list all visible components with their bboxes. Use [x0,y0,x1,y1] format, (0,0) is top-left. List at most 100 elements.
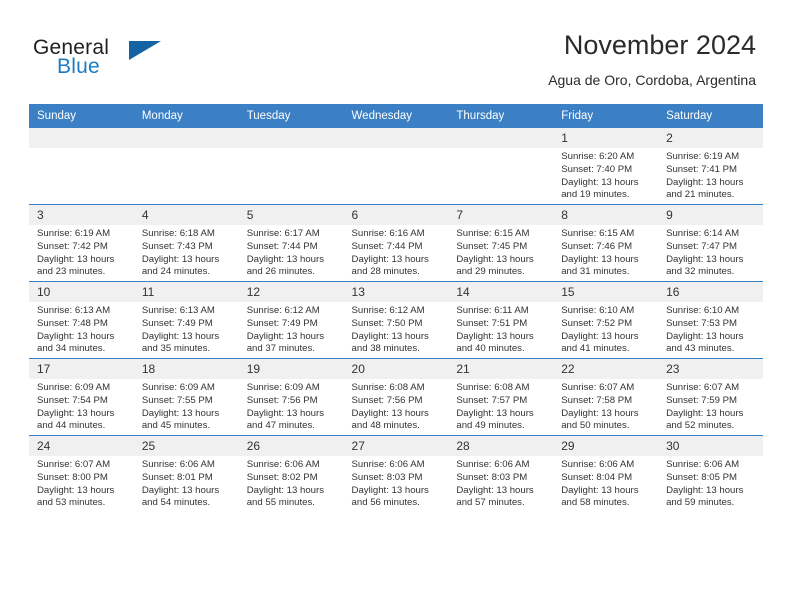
daylight-duration-line1: Daylight: 13 hours [351,484,429,496]
calendar-day-cell[interactable]: 8 Sunrise: 6:15 AM Sunset: 7:46 PM Daylight… [553,204,659,282]
calendar-day-cell[interactable]: 25 Sunrise: 6:06 AM Sunset: 8:01 PM Dayligh… [133,435,239,512]
daylight-duration-line1: Daylight: 13 hours [456,484,534,496]
day-number: 30 [658,436,763,456]
day-details: Sunrise: 6:07 AM Sunset: 7:58 PM Daylight:… [553,379,658,433]
day-number: 24 [29,436,134,456]
sunset-time: Sunset: 7:53 PM [666,317,737,329]
sunrise-time: Sunrise: 6:15 AM [456,228,530,239]
calendar-day-cell[interactable]: 3 Sunrise: 6:19 AM Sunset: 7:42 PM Daylight… [29,204,134,282]
day-details: Sunrise: 6:19 AM Sunset: 7:42 PM Daylight:… [29,225,134,279]
calendar-header-row: Sunday Monday Tuesday Wednesday Thursday… [29,104,763,128]
calendar-cell-empty [29,127,134,205]
daylight-duration-line2: and 35 minutes. [141,343,211,355]
day-number [343,128,449,148]
day-number: 16 [658,282,763,302]
calendar-day-cell[interactable]: 2 Sunrise: 6:19 AM Sunset: 7:41 PM Daylight… [658,127,763,205]
day-number: 10 [29,282,134,302]
day-details: Sunrise: 6:08 AM Sunset: 7:56 PM Daylight:… [344,379,449,433]
calendar-day-cell[interactable]: 19 Sunrise: 6:09 AM Sunset: 7:56 PM Dayligh… [238,358,344,436]
day-number: 23 [658,359,763,379]
calendar-day-cell[interactable]: 20 Sunrise: 6:08 AM Sunset: 7:56 PM Dayligh… [343,358,449,436]
calendar-day-cell[interactable]: 5 Sunrise: 6:17 AM Sunset: 7:44 PM Daylight… [238,204,344,282]
day-details: Sunrise: 6:06 AM Sunset: 8:02 PM Daylight:… [239,456,344,510]
day-details: Sunrise: 6:16 AM Sunset: 7:44 PM Daylight:… [344,225,449,279]
day-number [133,128,239,148]
calendar-day-cell[interactable]: 1 Sunrise: 6:20 AM Sunset: 7:40 PM Daylight… [553,127,659,205]
daylight-duration-line2: and 37 minutes. [246,343,315,355]
day-number: 25 [133,436,239,456]
daylight-duration-line1: Daylight: 13 hours [141,330,220,342]
calendar-day-cell[interactable]: 29 Sunrise: 6:06 AM Sunset: 8:04 PM Dayligh… [553,435,659,512]
calendar-day-cell[interactable]: 22 Sunrise: 6:07 AM Sunset: 7:58 PM Dayligh… [553,358,659,436]
day-number: 9 [658,205,763,225]
calendar-day-cell[interactable]: 24 Sunrise: 6:07 AM Sunset: 8:00 PM Dayligh… [29,435,134,512]
sunset-time: Sunset: 7:42 PM [37,240,108,252]
calendar-day-cell[interactable]: 21 Sunrise: 6:08 AM Sunset: 7:57 PM Dayligh… [448,358,554,436]
sunrise-time: Sunrise: 6:12 AM [246,305,320,316]
calendar-day-cell[interactable]: 11 Sunrise: 6:13 AM Sunset: 7:49 PM Dayligh… [133,281,239,359]
daylight-duration-line1: Daylight: 13 hours [666,484,744,496]
brand-logo[interactable]: General Blue [33,36,213,86]
sunrise-time: Sunrise: 6:06 AM [351,459,425,470]
calendar-day-cell[interactable]: 17 Sunrise: 6:09 AM Sunset: 7:54 PM Dayligh… [29,358,134,436]
day-details: Sunrise: 6:11 AM Sunset: 7:51 PM Daylight:… [448,302,553,356]
day-number: 12 [238,282,344,302]
calendar-day-cell[interactable]: 9 Sunrise: 6:14 AM Sunset: 7:47 PM Daylight… [658,204,763,282]
daylight-duration-line1: Daylight: 13 hours [666,176,744,188]
calendar-day-cell[interactable]: 30 Sunrise: 6:06 AM Sunset: 8:05 PM Dayligh… [658,435,763,512]
calendar-day-cell[interactable]: 15 Sunrise: 6:10 AM Sunset: 7:52 PM Dayligh… [553,281,659,359]
calendar-day-cell[interactable]: 14 Sunrise: 6:11 AM Sunset: 7:51 PM Dayligh… [448,281,554,359]
sunrise-time: Sunrise: 6:12 AM [351,305,425,316]
calendar-day-cell[interactable]: 16 Sunrise: 6:10 AM Sunset: 7:53 PM Dayligh… [658,281,763,359]
sunset-time: Sunset: 7:43 PM [141,240,213,252]
day-number [238,128,344,148]
daylight-duration-line1: Daylight: 13 hours [246,253,325,265]
calendar-day-cell[interactable]: 6 Sunrise: 6:16 AM Sunset: 7:44 PM Daylight… [343,204,449,282]
sunset-time: Sunset: 7:58 PM [561,394,633,406]
daylight-duration-line1: Daylight: 13 hours [37,407,115,419]
calendar-cell-empty [448,127,554,205]
daylight-duration-line1: Daylight: 13 hours [456,330,534,342]
sunset-time: Sunset: 7:40 PM [561,163,633,175]
daylight-duration-line1: Daylight: 13 hours [666,253,744,265]
daylight-duration-line1: Daylight: 13 hours [351,407,429,419]
daylight-duration-line1: Daylight: 13 hours [351,253,429,265]
calendar-day-cell[interactable]: 26 Sunrise: 6:06 AM Sunset: 8:02 PM Dayligh… [238,435,344,512]
daylight-duration-line2: and 26 minutes. [246,266,315,278]
calendar-day-cell[interactable]: 7 Sunrise: 6:15 AM Sunset: 7:45 PM Daylight… [448,204,554,282]
sunrise-time: Sunrise: 6:18 AM [141,228,215,239]
day-number [29,128,134,148]
sunset-time: Sunset: 7:51 PM [456,317,528,329]
title-block: November 2024 Agua de Oro, Cordoba, Arge… [548,28,756,90]
day-number: 22 [553,359,659,379]
daylight-duration-line1: Daylight: 13 hours [141,484,220,496]
calendar-week-row: 17 Sunrise: 6:09 AM Sunset: 7:54 PM Dayligh… [29,358,763,436]
day-details: Sunrise: 6:12 AM Sunset: 7:50 PM Daylight:… [344,302,449,356]
daylight-duration-line1: Daylight: 13 hours [37,330,115,342]
day-details: Sunrise: 6:14 AM Sunset: 7:47 PM Daylight:… [658,225,763,279]
column-header-thursday: Thursday [448,104,554,128]
sunrise-time: Sunrise: 6:06 AM [666,459,740,470]
day-details: Sunrise: 6:06 AM Sunset: 8:05 PM Daylight:… [658,456,763,510]
calendar-body: 1 Sunrise: 6:20 AM Sunset: 7:40 PM Daylight… [29,127,763,512]
calendar-day-cell[interactable]: 28 Sunrise: 6:06 AM Sunset: 8:03 PM Dayligh… [448,435,554,512]
sunrise-time: Sunrise: 6:07 AM [666,382,740,393]
sunrise-time: Sunrise: 6:07 AM [561,382,635,393]
daylight-duration-line2: and 56 minutes. [351,497,420,509]
calendar-cell-empty [238,127,344,205]
calendar-day-cell[interactable]: 13 Sunrise: 6:12 AM Sunset: 7:50 PM Dayligh… [343,281,449,359]
day-number: 18 [133,359,239,379]
sunrise-time: Sunrise: 6:06 AM [561,459,635,470]
calendar-day-cell[interactable]: 4 Sunrise: 6:18 AM Sunset: 7:43 PM Daylight… [133,204,239,282]
calendar-day-cell[interactable]: 10 Sunrise: 6:13 AM Sunset: 7:48 PM Dayligh… [29,281,134,359]
daylight-duration-line2: and 40 minutes. [456,343,525,355]
calendar-day-cell[interactable]: 12 Sunrise: 6:12 AM Sunset: 7:49 PM Dayligh… [238,281,344,359]
calendar-day-cell[interactable]: 23 Sunrise: 6:07 AM Sunset: 7:59 PM Dayligh… [658,358,763,436]
calendar-week-row: 10 Sunrise: 6:13 AM Sunset: 7:48 PM Dayligh… [29,281,763,359]
daylight-duration-line1: Daylight: 13 hours [351,330,429,342]
calendar-day-cell[interactable]: 18 Sunrise: 6:09 AM Sunset: 7:55 PM Dayligh… [133,358,239,436]
page-header: General Blue November 2024 Agua de Oro, … [0,0,792,104]
daylight-duration-line2: and 52 minutes. [666,420,735,432]
sunrise-time: Sunrise: 6:17 AM [246,228,320,239]
calendar-day-cell[interactable]: 27 Sunrise: 6:06 AM Sunset: 8:03 PM Dayligh… [343,435,449,512]
